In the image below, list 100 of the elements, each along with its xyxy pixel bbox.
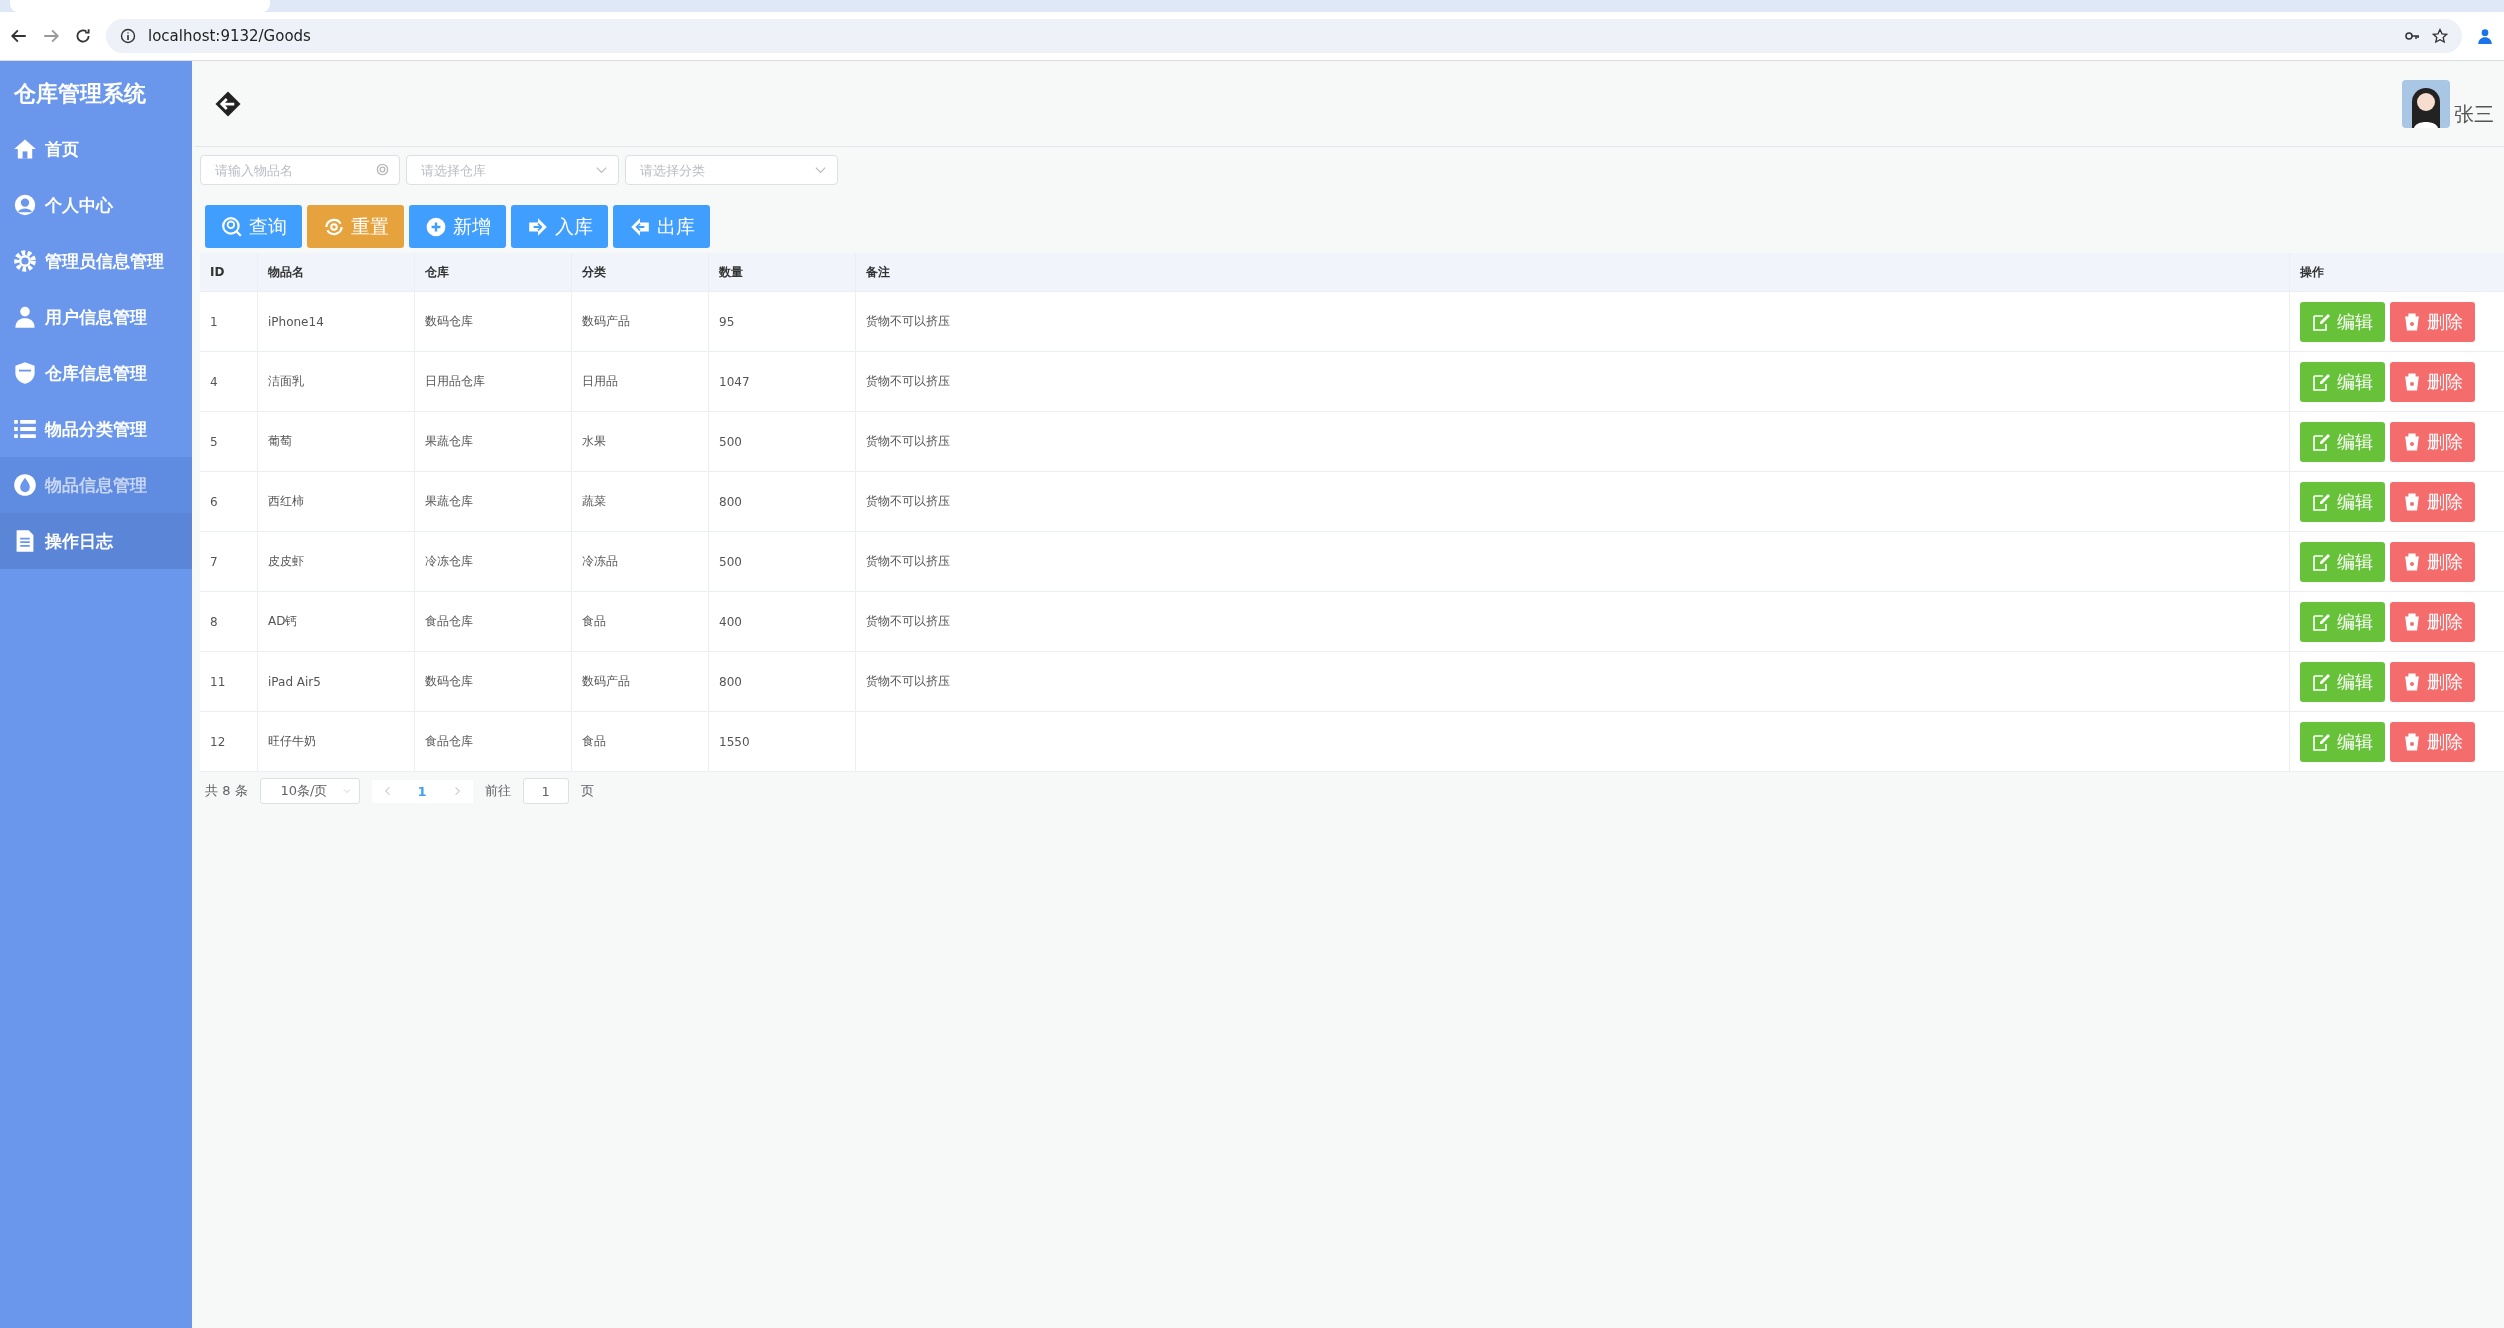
table-cell: 货物不可以挤压 xyxy=(866,313,950,330)
table-cell: 800 xyxy=(719,674,742,689)
table-cell: 西红柿 xyxy=(268,493,304,510)
edit-icon xyxy=(2312,491,2332,512)
table-cell: 数码产品 xyxy=(582,313,630,330)
forward-icon[interactable] xyxy=(42,27,60,45)
sidebar-item[interactable]: 管理员信息管理 xyxy=(0,233,192,289)
query-button[interactable]: 查询 xyxy=(205,205,302,248)
delete-button[interactable]: 删除 xyxy=(2390,721,2475,762)
delete-button[interactable]: 删除 xyxy=(2390,541,2475,582)
sidebar-item[interactable]: 物品分类管理 xyxy=(0,401,192,457)
user-name[interactable]: 张三 xyxy=(2454,101,2494,128)
table-cell: 1 xyxy=(210,314,218,329)
sidebar-item[interactable]: 个人中心 xyxy=(0,177,192,233)
person-icon xyxy=(13,305,37,329)
reload-icon[interactable] xyxy=(74,27,92,45)
delete-button[interactable]: 删除 xyxy=(2390,601,2475,642)
edit-icon xyxy=(2312,311,2332,332)
table-cell: 货物不可以挤压 xyxy=(866,433,950,450)
delete-button[interactable]: 删除 xyxy=(2390,481,2475,522)
page-size-select[interactable]: 10条/页 xyxy=(259,778,360,804)
back-icon[interactable] xyxy=(10,27,28,45)
edit-button[interactable]: 编辑 xyxy=(2300,661,2385,702)
trash-icon xyxy=(2402,371,2422,392)
page-suffix: 页 xyxy=(580,782,594,800)
profile-icon[interactable] xyxy=(2476,27,2494,45)
select-field[interactable]: 请选择分类 xyxy=(625,155,838,185)
trash-icon xyxy=(2402,491,2422,512)
home-icon xyxy=(13,137,37,161)
column-header: ID xyxy=(210,265,225,279)
table-cell: 洁面乳 xyxy=(268,373,304,390)
shield-icon xyxy=(13,361,37,385)
table-cell: 食品 xyxy=(582,733,606,750)
column-header: 分类 xyxy=(582,263,606,281)
page-number[interactable]: 1 xyxy=(417,783,427,799)
table-cell: 葡萄 xyxy=(268,433,292,450)
table-cell: 5 xyxy=(210,434,218,449)
sidebar-item[interactable]: 首页 xyxy=(0,121,192,177)
search-icon xyxy=(221,215,243,238)
user-icon xyxy=(13,193,37,217)
add-button[interactable]: 新增 xyxy=(409,205,506,248)
table-cell: 水果 xyxy=(582,433,606,450)
edit-button[interactable]: 编辑 xyxy=(2300,301,2385,342)
stock-out-button[interactable]: 出库 xyxy=(613,205,710,248)
delete-button[interactable]: 删除 xyxy=(2390,421,2475,462)
edit-button[interactable]: 编辑 xyxy=(2300,421,2385,462)
avatar-icon[interactable] xyxy=(2402,79,2450,128)
trash-icon xyxy=(2402,551,2422,572)
delete-button[interactable]: 删除 xyxy=(2390,361,2475,402)
select-field[interactable]: 请选择仓库 xyxy=(406,155,619,185)
trash-icon xyxy=(2402,671,2422,692)
table-cell: 货物不可以挤压 xyxy=(866,493,950,510)
edit-button[interactable]: 编辑 xyxy=(2300,481,2385,522)
table-cell: 旺仔牛奶 xyxy=(268,733,316,750)
stock-in-button[interactable]: 入库 xyxy=(511,205,608,248)
star-icon[interactable] xyxy=(2432,28,2448,44)
list-icon xyxy=(13,417,37,441)
trash-icon xyxy=(2402,431,2422,452)
delete-button[interactable]: 删除 xyxy=(2390,301,2475,342)
edit-icon xyxy=(2312,731,2332,752)
table-cell: 货物不可以挤压 xyxy=(866,553,950,570)
table-cell: 6 xyxy=(210,494,218,509)
table-cell: 果蔬仓库 xyxy=(425,493,473,510)
url-text: localhost:9132/Goods xyxy=(148,27,311,45)
table-cell: iPad Air5 xyxy=(268,674,321,689)
app-title: 仓库管理系统 xyxy=(13,80,147,108)
table-cell: 12 xyxy=(210,734,226,749)
settings-icon xyxy=(13,249,37,273)
edit-button[interactable]: 编辑 xyxy=(2300,601,2385,642)
sidebar-item[interactable]: 仓库信息管理 xyxy=(0,345,192,401)
table-cell: 食品仓库 xyxy=(425,733,473,750)
edit-button[interactable]: 编辑 xyxy=(2300,361,2385,402)
table-cell: 蔬菜 xyxy=(582,493,606,510)
table-cell: 数码仓库 xyxy=(425,313,473,330)
sidebar-item[interactable]: 操作日志 xyxy=(0,513,192,569)
table-cell: 皮皮虾 xyxy=(268,553,304,570)
total-count: 共 8 条 xyxy=(205,782,248,800)
sidebar-item[interactable]: 物品信息管理 xyxy=(0,457,192,513)
page-input[interactable]: 1 xyxy=(522,778,569,804)
table-cell: 果蔬仓库 xyxy=(425,433,473,450)
table-cell: 数码仓库 xyxy=(425,673,473,690)
table-cell: 500 xyxy=(719,554,742,569)
table-cell: 货物不可以挤压 xyxy=(866,673,950,690)
trash-icon xyxy=(2402,731,2422,752)
delete-button[interactable]: 删除 xyxy=(2390,661,2475,702)
search-field[interactable]: 请输入物品名 xyxy=(200,155,400,185)
table-cell: 1550 xyxy=(719,734,750,749)
sidebar-item[interactable]: 用户信息管理 xyxy=(0,289,192,345)
table-cell: 500 xyxy=(719,434,742,449)
table-cell: iPhone14 xyxy=(268,314,324,329)
edit-button[interactable]: 编辑 xyxy=(2300,721,2385,762)
trash-icon xyxy=(2402,311,2422,332)
edit-button[interactable]: 编辑 xyxy=(2300,541,2385,582)
info-icon[interactable] xyxy=(120,28,136,44)
column-header: 物品名 xyxy=(268,263,304,281)
address-bar[interactable]: localhost:9132/Goods xyxy=(106,19,2462,53)
table-cell: 11 xyxy=(210,674,226,689)
reset-button[interactable]: 重置 xyxy=(307,205,404,248)
table-cell: 货物不可以挤压 xyxy=(866,373,950,390)
edit-icon xyxy=(2312,611,2332,632)
